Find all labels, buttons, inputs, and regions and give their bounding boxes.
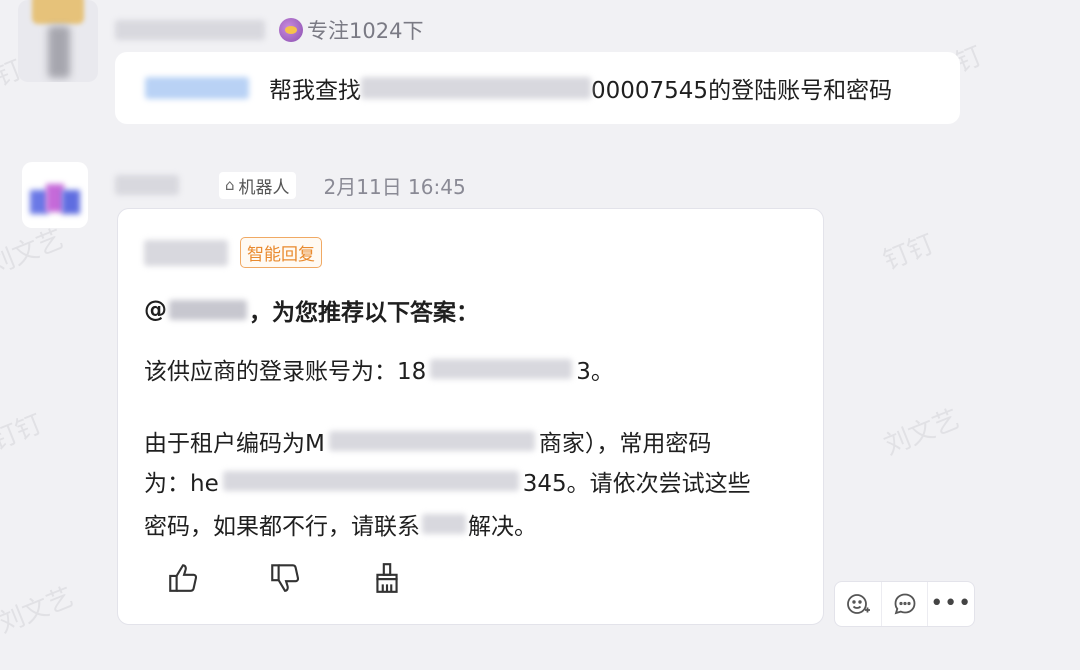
add-reaction-icon: [846, 594, 870, 614]
message-header: ⌂ 机器人 2月11日 16:45: [115, 170, 466, 200]
answer-line: 为：he 345。请依次尝试这些: [144, 464, 751, 498]
emoji-icon: [279, 18, 303, 42]
answer-text: 3。: [576, 359, 614, 385]
bot-name-redacted[interactable]: [115, 175, 179, 195]
status-text: 专注1024下: [307, 19, 424, 43]
sender-name-redacted[interactable]: [115, 20, 265, 40]
bot-reply-card: 智能回复 @ ，为您推荐以下答案： 该供应商的登录账号为：18 3。 由于租户编…: [117, 208, 824, 625]
message-text: 00007545的登陆账号和密码: [591, 78, 893, 104]
answer-text: 该供应商的登录账号为：18: [144, 359, 427, 385]
redacted-text: [328, 431, 535, 451]
mention-redacted: [169, 300, 247, 320]
answer-text: 由于租户编码为M: [144, 431, 325, 457]
message-text: 帮我查找: [269, 78, 361, 104]
user-avatar[interactable]: [18, 0, 98, 82]
avatar-figure: [48, 26, 70, 78]
watermark: 刘文艺: [880, 404, 964, 462]
redacted-text: [361, 77, 591, 99]
reply-button[interactable]: [882, 582, 929, 626]
broom-icon[interactable]: [368, 559, 406, 597]
message-timestamp: 2月11日 16:45: [323, 174, 466, 199]
feedback-actions: [164, 559, 406, 597]
answer-line: 密码，如果都不行，请联系 解决。: [144, 507, 537, 541]
redacted-text: [430, 359, 573, 379]
answer-line: 该供应商的登录账号为：18 3。: [144, 352, 614, 386]
answer-title: @ ，为您推荐以下答案：: [144, 293, 479, 327]
thumbs-up-icon[interactable]: [164, 559, 202, 597]
answer-text: 345。请依次尝试这些: [522, 471, 751, 497]
avatar-shape: [62, 190, 80, 214]
avatar-decoration: [32, 0, 84, 24]
robot-tag: ⌂ 机器人: [219, 171, 296, 199]
bot-avatar[interactable]: [22, 162, 88, 228]
title-text: ，为您推荐以下答案：: [249, 300, 479, 326]
thumbs-down-icon[interactable]: [266, 559, 304, 597]
answer-line: 由于租户编码为M 商家），常用密码: [144, 424, 711, 458]
user-status: 专注1024下: [279, 15, 423, 45]
answer-text: 密码，如果都不行，请联系: [144, 514, 420, 540]
message-toolbar: •••: [834, 581, 975, 627]
mention-redacted[interactable]: [145, 77, 249, 99]
bot-name-redacted: [144, 239, 228, 266]
answer-text: 为：he: [144, 471, 219, 497]
reply-icon: [894, 593, 915, 615]
watermark: 刘文艺: [0, 224, 68, 282]
card-header: 智能回复: [144, 237, 322, 268]
watermark: 钉钉: [0, 409, 47, 457]
robot-label: 机器人: [238, 177, 290, 198]
answer-text: 商家），常用密码: [538, 431, 712, 457]
watermark: 刘文艺: [0, 582, 78, 640]
message-header: 专注1024下: [115, 16, 423, 44]
title-prefix: @: [144, 297, 167, 323]
add-reaction-button[interactable]: [835, 582, 882, 626]
more-button[interactable]: •••: [928, 582, 974, 626]
redacted-text: [222, 471, 519, 491]
redacted-text: [422, 514, 466, 534]
user-message-bubble[interactable]: 帮我查找 00007545的登陆账号和密码: [115, 52, 960, 124]
answer-text: 解决。: [468, 514, 537, 540]
more-icon: •••: [930, 591, 973, 616]
watermark: 钉钉: [879, 229, 939, 277]
robot-icon: ⌂: [225, 176, 235, 194]
smart-reply-badge: 智能回复: [240, 237, 322, 268]
